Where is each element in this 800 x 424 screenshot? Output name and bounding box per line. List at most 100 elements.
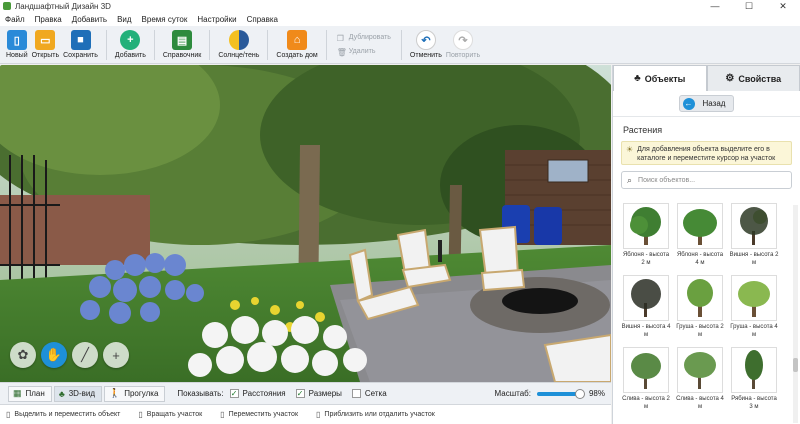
undo-button[interactable]: ↶ Отменить: [410, 27, 442, 63]
gear-icon: ⚙: [725, 73, 735, 84]
show-label: Показывать:: [177, 389, 224, 398]
catalog-item[interactable]: Вишня - высота 2 м: [729, 203, 779, 267]
duplicate-button[interactable]: ❐ Дублировать: [337, 31, 391, 45]
back-button[interactable]: ← Назад: [678, 95, 735, 112]
toolbar-separator: [153, 29, 155, 60]
redo-icon: ↷: [453, 30, 473, 50]
catalog-item[interactable]: Груша - высота 4 м: [729, 275, 779, 339]
grid-checkbox[interactable]: Сетка: [351, 389, 387, 398]
3d-viewport[interactable]: ✿ ✋ ╱ +: [0, 65, 611, 382]
scrollbar-thumb[interactable]: [793, 358, 798, 372]
catalog-item[interactable]: Вишня - высота 4 м: [621, 275, 671, 339]
tree-icon: ♣: [58, 388, 65, 399]
status-bar: ▯ Выделить и переместить объект ▯ Вращат…: [0, 404, 611, 424]
menu-settings[interactable]: Настройки: [192, 15, 241, 24]
toolbar: ▯ Новый ▭ Открыть ■ Сохранить + Добавить…: [0, 26, 800, 64]
book-icon: ▤: [172, 30, 193, 50]
check-icon: ✓: [229, 389, 239, 398]
empty-checkbox-icon: [351, 389, 361, 398]
tree-thumbnail: [731, 347, 777, 393]
3d-view-button[interactable]: ♣ 3D-вид: [53, 385, 102, 402]
app-logo-icon: [3, 2, 11, 10]
redo-button[interactable]: ↷ Повторить: [446, 27, 480, 63]
save-button[interactable]: ■ Сохранить: [63, 27, 98, 63]
scale-slider[interactable]: [536, 388, 585, 399]
tree-thumbnail: [677, 275, 723, 321]
toolbar-separator: [325, 29, 327, 60]
distances-checkbox[interactable]: ✓ Расстояния: [229, 389, 286, 398]
sun-shade-button[interactable]: Солнце/тень: [218, 27, 259, 63]
catalog-item[interactable]: Яблоня - высота 4 м: [675, 203, 725, 267]
tree-thumbnail: [677, 203, 723, 249]
tree-thumbnail: [731, 275, 777, 321]
hand-icon: ✋: [45, 347, 63, 362]
delete-button[interactable]: 🗑 Удалить: [337, 45, 391, 59]
catalog-item[interactable]: Слива - высота 4 м: [675, 347, 725, 411]
reference-button[interactable]: ▤ Справочник: [163, 27, 201, 63]
menu-bar: Файл Правка Добавить Вид Время суток Нас…: [0, 12, 800, 26]
sizes-checkbox[interactable]: ✓ Размеры: [295, 389, 342, 398]
tree-thumbnail: [623, 347, 669, 393]
mouse-middle-icon: ▯: [220, 410, 225, 419]
plant-icon: ♣: [634, 73, 641, 84]
plan-view-button[interactable]: ▦ План: [8, 385, 52, 402]
catalog-item[interactable]: Рябина - высота 3 м: [729, 347, 779, 411]
new-button[interactable]: ▯ Новый: [6, 27, 28, 63]
tree-icon: [631, 353, 661, 389]
search-icon: ⌕: [627, 174, 633, 185]
maximize-button[interactable]: ☐: [732, 1, 766, 12]
plus-icon: +: [112, 347, 120, 363]
scale-label: Масштаб:: [494, 389, 531, 398]
hint-box: ☀ Для добавления объекта выделите его в …: [621, 141, 792, 165]
tree-icon: [740, 207, 768, 245]
catalog-item[interactable]: Слива - высота 2 м: [621, 347, 671, 411]
create-house-button[interactable]: ⌂ Создать дом: [276, 27, 318, 63]
scale-value: 98%: [588, 389, 605, 398]
measure-tool-button[interactable]: ╱: [72, 342, 98, 368]
status-zoom: ▯ Приблизить или отдалить участок: [316, 410, 435, 419]
menu-time-of-day[interactable]: Время суток: [137, 15, 193, 24]
search-input[interactable]: ⌕ Поиск объектов...: [621, 171, 792, 189]
lightbulb-icon: ☀: [626, 145, 634, 154]
back-row: ← Назад: [613, 91, 800, 117]
pan-tool-button[interactable]: ✋: [41, 342, 67, 368]
menu-file[interactable]: Файл: [0, 15, 30, 24]
walking-person-icon: 🚶: [109, 388, 121, 398]
panel-tabs: ♣ Объекты ⚙ Свойства: [613, 65, 800, 91]
menu-help[interactable]: Справка: [242, 15, 283, 24]
garden-scene: [0, 65, 611, 382]
mouse-right-icon: ▯: [138, 410, 143, 419]
menu-edit[interactable]: Правка: [30, 15, 67, 24]
tree-thumbnail: [677, 347, 723, 393]
slider-knob[interactable]: [574, 388, 585, 399]
copy-icon: ❐: [336, 33, 344, 43]
add-button[interactable]: + Добавить: [115, 27, 146, 63]
catalog-scrollbar[interactable]: [793, 205, 798, 423]
open-button[interactable]: ▭ Открыть: [32, 27, 59, 63]
minimize-button[interactable]: —: [698, 1, 732, 11]
ruler-icon: ╱: [81, 347, 89, 362]
close-button[interactable]: ✕: [766, 1, 800, 12]
tree-icon: [687, 279, 713, 317]
tree-icon: [745, 350, 763, 389]
tree-icon: [683, 209, 717, 245]
catalog-item[interactable]: Яблоня - высота 2 м: [621, 203, 671, 267]
toolbar-separator: [400, 29, 402, 60]
catalog-item[interactable]: Груша - высота 2 м: [675, 275, 725, 339]
add-point-tool-button[interactable]: +: [103, 342, 129, 368]
flower-icon: ✿: [17, 347, 29, 362]
tab-properties[interactable]: ⚙ Свойства: [706, 65, 800, 91]
house-icon: ⌂: [287, 30, 308, 50]
arrow-left-icon: ←: [682, 97, 695, 110]
toolbar-separator: [267, 29, 269, 60]
view-bar: ▦ План ♣ 3D-вид 🚶 Прогулка Показывать: ✓…: [0, 382, 611, 404]
sun-shade-icon: [228, 30, 249, 50]
menu-view[interactable]: Вид: [112, 15, 136, 24]
undo-icon: ↶: [415, 30, 436, 50]
walk-view-button[interactable]: 🚶 Прогулка: [104, 385, 166, 402]
select-tool-button[interactable]: ✿: [10, 342, 36, 368]
toolbar-separator: [105, 29, 107, 60]
viewport-tools: ✿ ✋ ╱ +: [10, 342, 129, 368]
menu-add[interactable]: Добавить: [67, 15, 112, 24]
tab-objects[interactable]: ♣ Объекты: [613, 65, 707, 91]
